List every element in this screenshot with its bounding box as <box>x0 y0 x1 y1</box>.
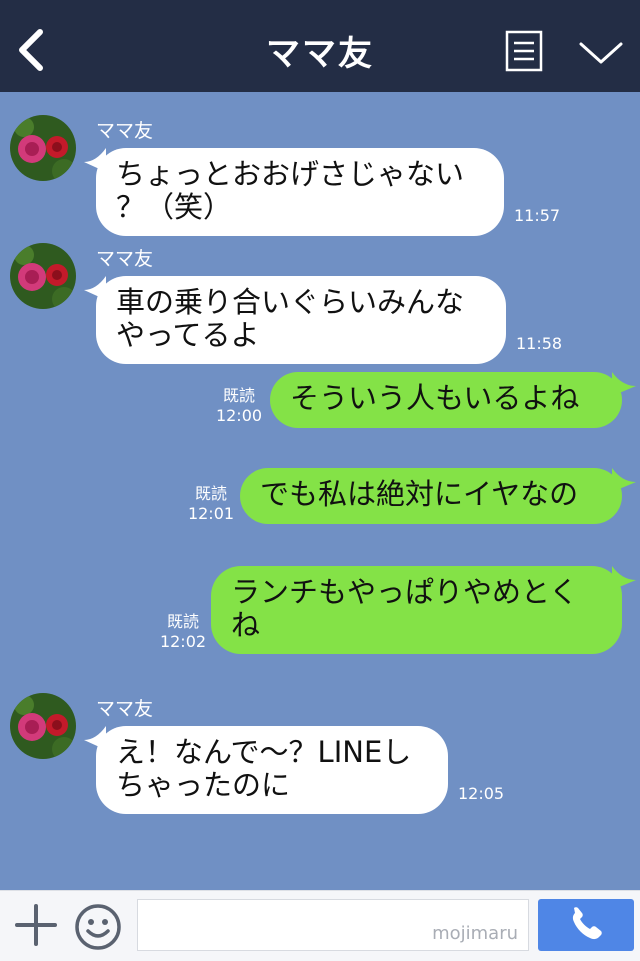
message-input[interactable]: mojimaru <box>137 899 529 951</box>
watermark-text: mojimaru <box>432 923 518 944</box>
message-time: 12:02 <box>159 632 207 651</box>
rose-avatar-icon <box>10 115 76 181</box>
read-receipt: 既読 <box>222 386 255 405</box>
bubble-tail <box>612 372 636 396</box>
avatar[interactable] <box>10 243 76 309</box>
menu-toggle-button[interactable] <box>578 38 624 68</box>
message-meta: 既読 12:02 <box>156 612 210 652</box>
read-receipt: 既読 <box>166 612 199 631</box>
message-bubble: え！なんで〜？LINEし ちゃったのに <box>96 726 448 814</box>
message-time: 12:01 <box>187 504 235 523</box>
notes-button[interactable] <box>505 30 543 72</box>
avatar[interactable] <box>10 693 76 759</box>
message-time: 12:05 <box>458 784 505 803</box>
message-meta: 既読 12:01 <box>184 484 238 524</box>
chat-header: ママ友 <box>0 0 640 92</box>
message-time: 12:00 <box>215 406 263 425</box>
sender-name: ママ友 <box>96 698 154 720</box>
smiley-icon <box>75 904 121 950</box>
message-composer: mojimaru <box>0 890 640 961</box>
sender-name: ママ友 <box>96 248 154 270</box>
sender-name: ママ友 <box>96 120 154 142</box>
message-time: 11:58 <box>516 334 563 353</box>
chevron-down-icon <box>579 42 623 64</box>
chat-title: ママ友 <box>266 34 374 74</box>
call-button[interactable] <box>538 899 634 951</box>
message-meta: 既読 12:00 <box>214 386 264 426</box>
message-bubble: そういう人もいるよね <box>270 372 622 428</box>
message-bubble: ランチもやっぱりやめとく ね <box>211 566 622 654</box>
bubble-tail <box>612 468 636 492</box>
add-attachment-button[interactable] <box>14 903 58 947</box>
read-receipt: 既読 <box>194 484 227 503</box>
emoji-button[interactable] <box>74 903 122 951</box>
avatar[interactable] <box>10 115 76 181</box>
rose-avatar-icon <box>10 243 76 309</box>
phone-icon <box>572 907 602 940</box>
message-bubble: 車の乗り合いぐらいみんな やってるよ <box>96 276 506 364</box>
bubble-tail <box>612 566 636 590</box>
message-bubble: でも私は絶対にイヤなの <box>240 468 622 524</box>
message-bubble: ちょっとおおげさじゃない ？（笑） <box>96 148 504 236</box>
message-time: 11:57 <box>514 206 561 225</box>
note-icon <box>505 30 543 72</box>
rose-avatar-icon <box>10 693 76 759</box>
plus-icon <box>15 904 57 946</box>
